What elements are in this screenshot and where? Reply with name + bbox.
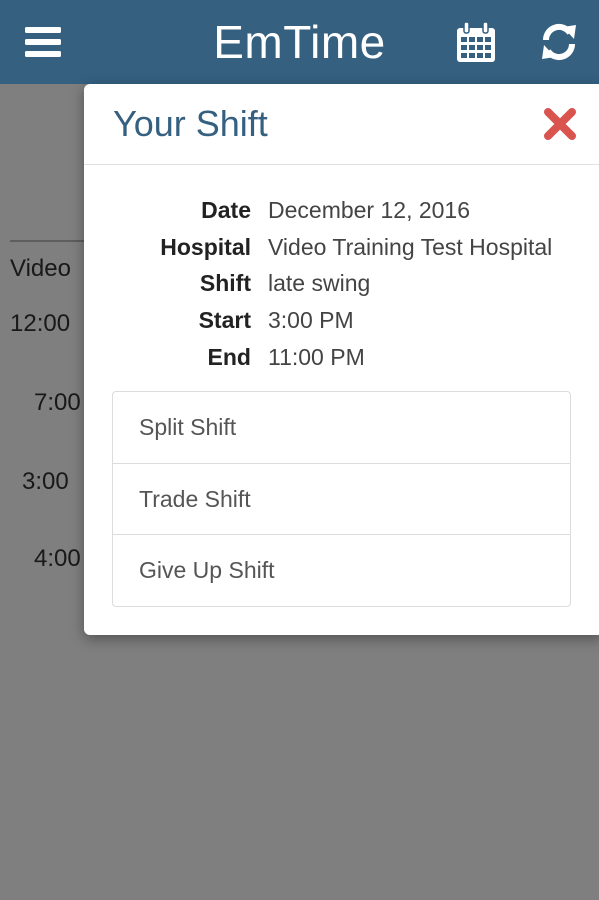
app-title: EmTime bbox=[213, 16, 386, 68]
refresh-button[interactable] bbox=[528, 0, 590, 84]
detail-row-shift: Shift late swing bbox=[84, 265, 599, 302]
detail-row-date: Date December 12, 2016 bbox=[84, 192, 599, 229]
detail-row-start: Start 3:00 PM bbox=[84, 302, 599, 339]
calendar-icon bbox=[457, 22, 495, 62]
trade-shift-button[interactable]: Trade Shift bbox=[113, 462, 570, 535]
calendar-button[interactable] bbox=[446, 0, 506, 84]
detail-label: Start bbox=[198, 307, 251, 334]
detail-value: late swing bbox=[268, 270, 371, 297]
split-shift-button[interactable]: Split Shift bbox=[113, 392, 570, 463]
close-icon bbox=[544, 108, 576, 140]
give-up-shift-button[interactable]: Give Up Shift bbox=[113, 534, 570, 606]
top-navbar: EmTime bbox=[0, 0, 599, 84]
detail-value: 11:00 PM bbox=[268, 343, 365, 370]
detail-value: December 12, 2016 bbox=[268, 197, 471, 223]
modal-header: Your Shift bbox=[84, 84, 599, 165]
detail-row-hospital: Hospital Video Training Test Hospital bbox=[84, 229, 599, 266]
refresh-icon bbox=[542, 23, 576, 61]
shift-details: Date December 12, 2016 Hospital Video Tr… bbox=[84, 192, 599, 375]
detail-value: Video Training Test Hospital bbox=[268, 233, 553, 260]
detail-label: End bbox=[207, 343, 251, 370]
detail-label: Date bbox=[201, 197, 251, 223]
shift-actions-list: Split Shift Trade Shift Give Up Shift bbox=[112, 391, 571, 607]
close-button[interactable] bbox=[542, 106, 578, 142]
detail-label: Shift bbox=[199, 270, 251, 297]
shift-modal: Your Shift Date December 12, 2016 Hospit… bbox=[84, 84, 599, 635]
detail-row-end: End 11:00 PM bbox=[84, 339, 599, 376]
detail-label: Hospital bbox=[160, 233, 251, 260]
detail-value: 3:00 PM bbox=[268, 307, 354, 334]
modal-title: Your Shift bbox=[113, 103, 268, 144]
